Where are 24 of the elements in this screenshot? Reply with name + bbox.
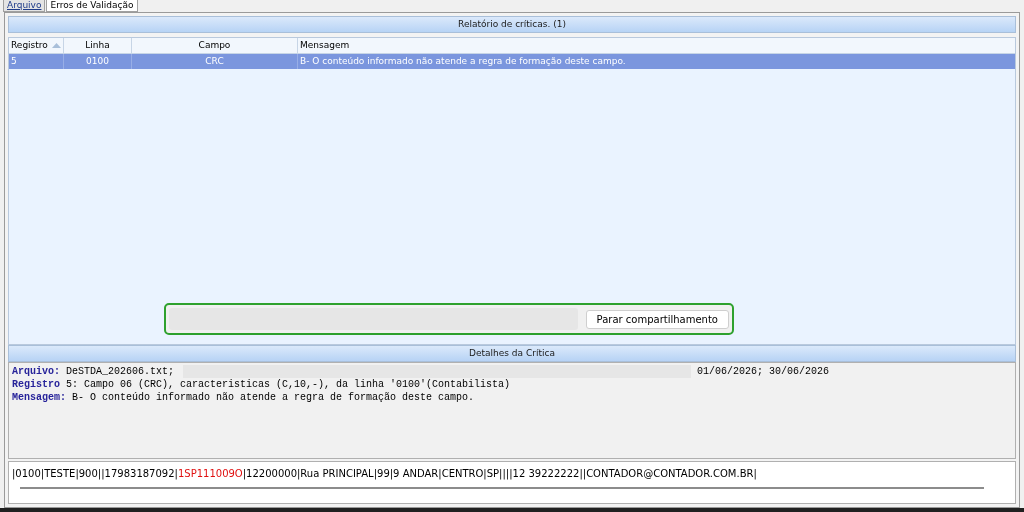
tab[interactable]: Erros de Validação: [46, 0, 138, 12]
column-header[interactable]: Mensagem: [298, 38, 1015, 53]
table-cell: 0100: [64, 54, 132, 69]
detail-text: 5: Campo 06 (CRC), caracteristicas (C,10,-), da linha '0100'(Contabilista): [66, 378, 511, 391]
detail-text: 01/06/2026; 30/06/2026: [697, 365, 830, 378]
table-cell-text: B- O conteúdo informado não atende a regra de formação deste campo.: [299, 55, 627, 68]
column-header[interactable]: Registro: [9, 38, 64, 53]
record-text: |12200000|Rua PRINCIPAL|99|9 ANDAR|CENTRO|SP||||12 39222222||CONTADOR@CONTADOR.COM.BR|: [242, 468, 757, 479]
scrollbar[interactable]: [20, 487, 984, 489]
detail-text: B- O conteúdo informado não atende a regra de formação deste campo.: [72, 391, 475, 404]
record-text: |0100|TESTE|900||17983187092|: [12, 468, 178, 479]
detail-text: DeSTDA_202606.txt;: [66, 365, 175, 378]
record-text: 1SP111009O: [177, 468, 243, 479]
stop-sharing-button[interactable]: Parar compartilhamento: [585, 309, 729, 329]
detail-label: Arquivo:: [12, 365, 60, 378]
detail-label: Mensagem:: [12, 391, 66, 404]
table-cell: 5: [9, 54, 64, 69]
detail-label: Registro: [12, 378, 60, 391]
tab[interactable]: Arquivo: [3, 0, 46, 12]
column-header[interactable]: Campo: [132, 38, 298, 53]
panel-header: Detalhes da Crítica: [8, 345, 1016, 362]
column-header[interactable]: Linha: [64, 38, 132, 53]
panel-header: Relatório de críticas. (1): [8, 16, 1016, 33]
table-cell: CRC: [132, 54, 298, 69]
